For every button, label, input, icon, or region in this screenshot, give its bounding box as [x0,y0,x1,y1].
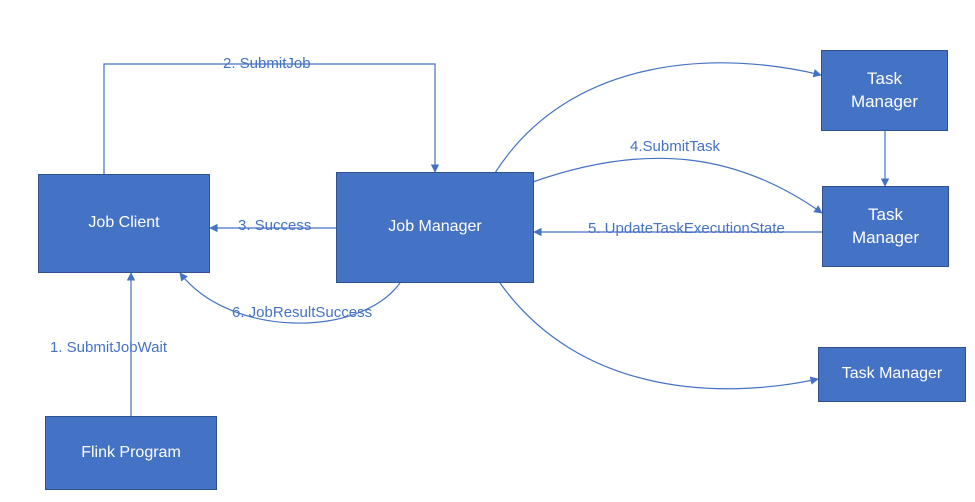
node-label: Flink Program [81,443,181,464]
label-submitjob: 2. SubmitJob [223,55,311,72]
node-task-manager-2: Task Manager [822,186,949,267]
node-label: Task Manager [851,68,918,112]
node-label: Job Manager [388,217,481,238]
node-flink-program: Flink Program [45,416,217,490]
node-label: Task Manager [842,364,943,385]
label-submittask: 4.SubmitTask [630,138,720,155]
node-task-manager-1: Task Manager [821,50,948,131]
node-label: Job Client [88,213,159,234]
edge-submittask [530,158,822,213]
node-job-client: Job Client [38,174,210,273]
node-task-manager-3: Task Manager [818,347,966,402]
label-submitjobwait: 1. SubmitJobWait [50,339,167,356]
node-label: Task Manager [852,204,919,248]
node-job-manager: Job Manager [336,172,534,283]
label-updatetaskexecutionstate: 5. UpdateTaskExecutionState [588,220,785,237]
edge-jm-tm3 [500,283,818,389]
edge-jm-tm1 [495,63,821,173]
edge-submitjob [104,64,435,174]
label-jobresultsuccess: 6. JobResultSuccess [232,304,372,321]
label-success: 3. Success [238,217,311,234]
